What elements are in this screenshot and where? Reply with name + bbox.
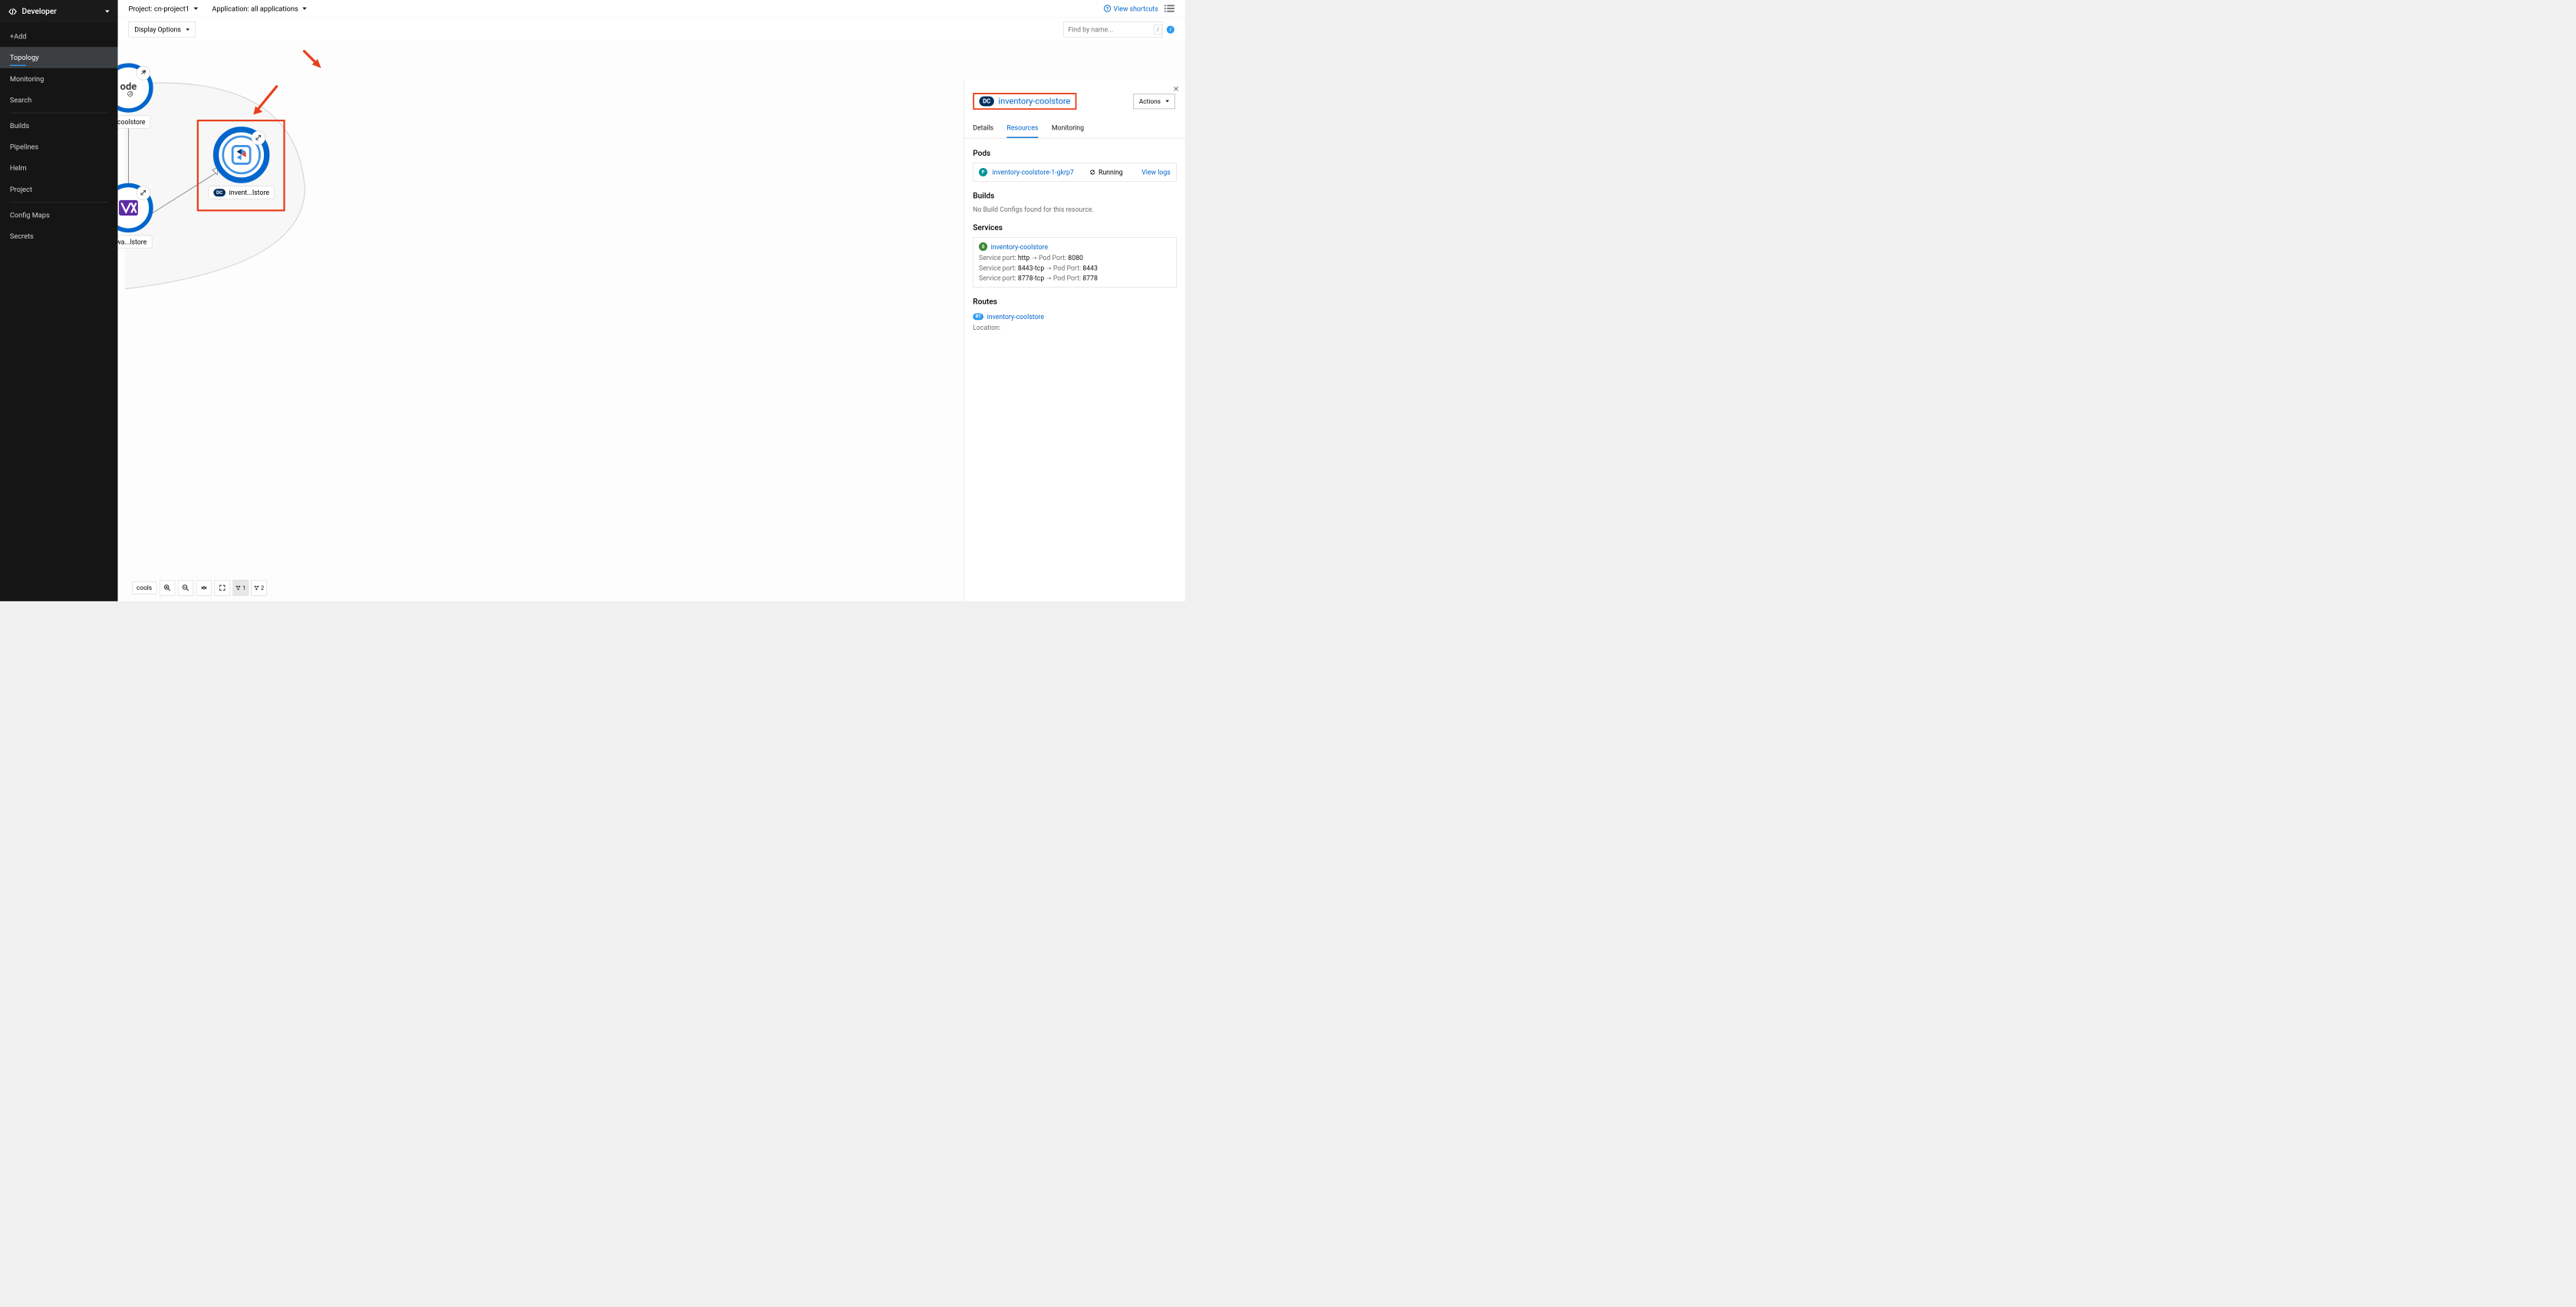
- svg-text:ode: ode: [120, 81, 137, 93]
- builds-empty-text: No Build Configs found for this resource…: [973, 206, 1176, 214]
- display-options-label: Display Options: [134, 25, 181, 34]
- tabs: Details Resources Monitoring: [964, 119, 1184, 138]
- nav-configmaps[interactable]: Config Maps: [0, 204, 118, 226]
- pod-badge-icon: P: [979, 168, 987, 176]
- tab-resources[interactable]: Resources: [1006, 119, 1038, 138]
- service-port-line: Service port: http ➝ Pod Port: 8080: [979, 254, 1171, 262]
- service-badge-icon: S: [979, 242, 987, 251]
- nav-search[interactable]: Search: [0, 89, 118, 110]
- project-label: Project: cn-project1: [128, 5, 189, 13]
- routes-heading: Routes: [973, 298, 1176, 307]
- route-box: RT inventory-coolstore Location:: [973, 311, 1176, 332]
- svg-text:JS: JS: [128, 93, 132, 97]
- service-port-line: Service port: 8778-tcp ➝ Pod Port: 8778: [979, 274, 1171, 282]
- shortcuts-text: View shortcuts: [1114, 5, 1158, 13]
- layout-1-label: 1: [242, 584, 245, 591]
- topbar: Project: cn-project1 Application: all ap…: [118, 0, 1185, 18]
- nav-pipelines[interactable]: Pipelines: [0, 137, 118, 158]
- fit-to-screen-button[interactable]: [196, 580, 212, 595]
- services-heading: Services: [973, 223, 1176, 232]
- find-by-name-input[interactable]: [1063, 21, 1162, 38]
- application-selector[interactable]: Application: all applications: [212, 5, 306, 13]
- layout-2-button[interactable]: 2: [251, 580, 266, 595]
- reset-view-button[interactable]: [215, 580, 230, 595]
- perspective-switcher[interactable]: Developer: [0, 0, 118, 23]
- chevron-down-icon: [193, 7, 198, 9]
- pod-row: P inventory-coolstore-1-gkrp7 Running Vi…: [973, 163, 1176, 182]
- annotation-arrow-icon: [252, 84, 280, 116]
- actions-button[interactable]: Actions: [1133, 94, 1175, 109]
- annotation-highlight: DC inventory-coolstore: [973, 93, 1076, 110]
- nav: +Add Topology Monitoring Search Builds P…: [0, 23, 118, 247]
- zoom-in-button[interactable]: [160, 580, 175, 595]
- nav-monitoring[interactable]: Monitoring: [0, 68, 118, 90]
- service-box: S inventory-coolstore Service port: http…: [973, 237, 1176, 288]
- chevron-down-icon: [186, 28, 189, 31]
- node-label: o-coolstore: [118, 115, 151, 128]
- side-panel: ✕ DC inventory-coolstore Actions Details…: [964, 80, 1185, 601]
- layout-2-label: 2: [261, 584, 264, 591]
- zoom-out-button[interactable]: [178, 580, 193, 595]
- sidebar: Developer +Add Topology Monitoring Searc…: [0, 0, 118, 601]
- main: Project: cn-project1 Application: all ap…: [118, 0, 1185, 601]
- svg-text:?: ?: [1106, 5, 1108, 12]
- annotation-arrow-icon: [301, 49, 323, 71]
- tab-details[interactable]: Details: [973, 119, 993, 138]
- nav-secrets[interactable]: Secrets: [0, 226, 118, 247]
- nav-project[interactable]: Project: [0, 179, 118, 200]
- chevron-down-icon: [105, 10, 110, 12]
- layout-1-button[interactable]: 1: [232, 580, 248, 595]
- open-url-decorator[interactable]: [252, 131, 265, 145]
- quarkus-icon: [230, 144, 252, 166]
- node-label: tewa...lstore: [118, 235, 153, 249]
- code-icon: [8, 8, 17, 15]
- nodejs-icon: odeJS: [118, 79, 141, 97]
- route-link[interactable]: inventory-coolstore: [987, 313, 1044, 321]
- topology-canvas[interactable]: odeJS o-coolstore DC invent...lstore: [118, 42, 1185, 601]
- route-badge-icon: RT: [973, 313, 983, 320]
- topology-node-selected[interactable]: DC invent...lstore: [213, 127, 270, 183]
- toolbar: Display Options / i: [118, 18, 1185, 42]
- route-location-label: Location:: [973, 324, 1176, 332]
- actions-label: Actions: [1139, 97, 1161, 105]
- close-button[interactable]: ✕: [1173, 85, 1179, 94]
- chevron-down-icon: [302, 7, 307, 9]
- dc-badge: DC: [980, 97, 994, 107]
- sync-icon: [1089, 169, 1095, 175]
- perspective-label: Developer: [22, 7, 106, 16]
- canvas-toolbar: cools 1 2: [132, 580, 267, 595]
- display-options-button[interactable]: Display Options: [128, 21, 195, 38]
- nav-topology[interactable]: Topology: [0, 47, 118, 68]
- pods-heading: Pods: [973, 149, 1176, 158]
- node-label: DC invent...lstore: [208, 186, 274, 199]
- topology-node[interactable]: tewa...lstore: [118, 183, 153, 232]
- topology-node[interactable]: odeJS o-coolstore: [118, 63, 153, 112]
- info-icon[interactable]: i: [1167, 25, 1174, 33]
- service-link[interactable]: inventory-coolstore: [991, 242, 1048, 251]
- vertx-icon: [118, 197, 141, 219]
- nav-add[interactable]: +Add: [0, 26, 118, 48]
- dc-badge: DC: [213, 189, 226, 196]
- panel-title[interactable]: inventory-coolstore: [998, 97, 1070, 107]
- keyboard-shortcut-badge: /: [1154, 25, 1162, 35]
- nav-helm[interactable]: Helm: [0, 157, 118, 179]
- list-view-icon[interactable]: [1164, 5, 1174, 13]
- application-label: Application: all applications: [212, 5, 298, 13]
- service-port-line: Service port: 8443-tcp ➝ Pod Port: 8443: [979, 264, 1171, 272]
- node-label-peek: cools: [132, 581, 156, 594]
- chevron-down-icon: [1165, 100, 1169, 103]
- view-logs-link[interactable]: View logs: [1141, 168, 1171, 176]
- builds-heading: Builds: [973, 192, 1176, 201]
- pod-status: Running: [1089, 168, 1123, 176]
- tab-monitoring[interactable]: Monitoring: [1052, 119, 1084, 138]
- pod-link[interactable]: inventory-coolstore-1-gkrp7: [993, 168, 1074, 176]
- open-url-decorator[interactable]: [137, 66, 150, 80]
- project-selector[interactable]: Project: cn-project1: [128, 5, 197, 13]
- help-icon: ?: [1104, 5, 1111, 12]
- nav-builds[interactable]: Builds: [0, 115, 118, 137]
- open-url-decorator[interactable]: [137, 186, 150, 199]
- view-shortcuts-link[interactable]: ? View shortcuts: [1104, 5, 1158, 13]
